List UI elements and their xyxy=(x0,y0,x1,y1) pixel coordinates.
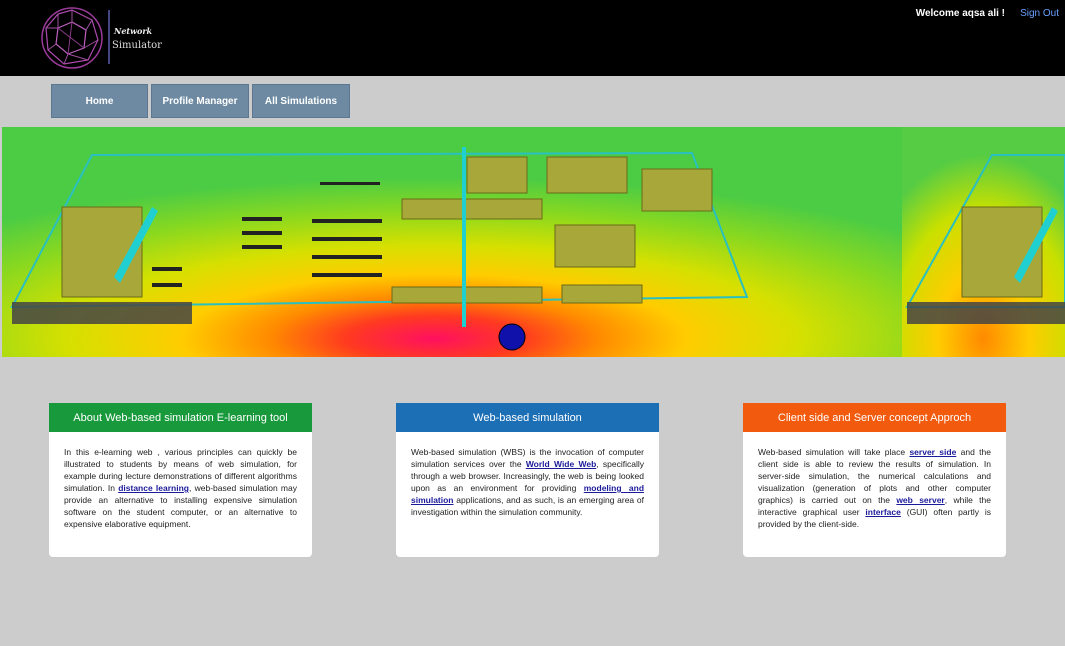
access-point-marker xyxy=(498,323,526,351)
logo[interactable]: Network Simulator xyxy=(34,4,164,72)
card-client-server-text: Web-based simulation will take place ser… xyxy=(758,447,991,529)
world-wide-web-link[interactable]: World Wide Web xyxy=(526,459,596,469)
simulation-banner-image xyxy=(2,127,1065,357)
geodesic-sphere-icon xyxy=(41,7,110,69)
card-web-based-simulation-text: Web-based simulation (WBS) is the invoca… xyxy=(411,447,645,517)
card-client-server: Client side and Server concept Approch W… xyxy=(743,403,1006,557)
welcome-message: Welcome aqsa ali ! xyxy=(915,8,1005,19)
nav-home-button[interactable]: Home xyxy=(51,84,148,118)
sign-out-link[interactable]: Sign Out xyxy=(1020,8,1059,19)
card-client-server-title: Client side and Server concept Approch xyxy=(743,403,1006,432)
nav-all-simulations-button[interactable]: All Simulations xyxy=(252,84,350,118)
card-about-elearning-text: In this e-learning web , various princip… xyxy=(64,447,297,529)
card-web-based-simulation-title: Web-based simulation xyxy=(396,403,659,432)
nav-profile-manager-button[interactable]: Profile Manager xyxy=(151,84,249,118)
main-nav: Home Profile Manager All Simulations xyxy=(51,84,350,118)
card-about-elearning-title: About Web-based simulation E-learning to… xyxy=(49,403,312,432)
web-server-link[interactable]: web server xyxy=(896,495,944,505)
distance-learning-link[interactable]: distance learning xyxy=(118,483,189,493)
header-bar: Network Simulator Welcome aqsa ali ! Sig… xyxy=(0,0,1065,76)
server-side-link[interactable]: server side xyxy=(909,447,956,457)
card-web-based-simulation: Web-based simulation Web-based simulatio… xyxy=(396,403,659,557)
logo-text-line2: Simulator xyxy=(112,40,162,51)
card-about-elearning: About Web-based simulation E-learning to… xyxy=(49,403,312,557)
logo-text-line1: Network xyxy=(114,26,153,36)
interface-link[interactable]: interface xyxy=(865,507,900,517)
